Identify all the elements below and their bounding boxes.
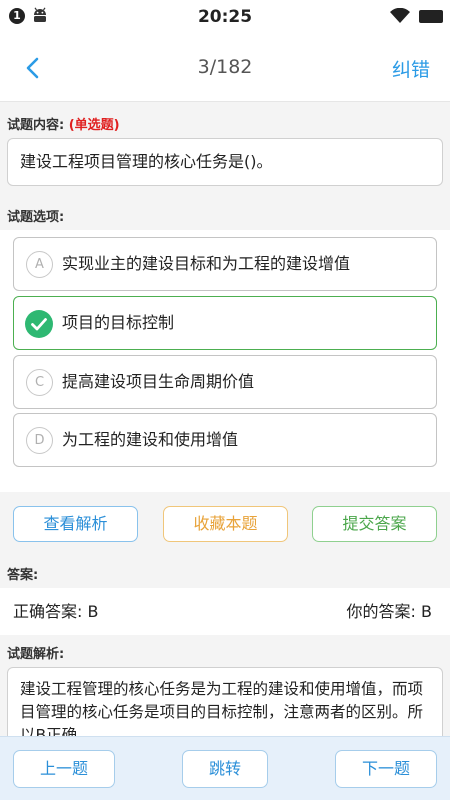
question-type-tag: (单选题) [68,118,120,133]
your-answer: 你的答案: B [346,602,432,621]
correct-answer: 正确答案: B [13,602,99,621]
previous-question-button[interactable]: 上一题 [13,750,115,788]
option-b[interactable]: 项目的目标控制 [13,296,437,350]
option-b-text: 项目的目标控制 [62,313,175,332]
option-c[interactable]: C 提高建设项目生命周期价值 [13,355,437,409]
option-a[interactable]: A 实现业主的建设目标和为工程的建设增值 [13,237,437,291]
option-d[interactable]: D 为工程的建设和使用增值 [13,413,437,467]
battery-icon [419,10,443,23]
question-text: 建设工程项目管理的核心任务是()。 [7,138,443,186]
wifi-icon [390,8,410,23]
check-circle-icon [25,310,53,338]
analysis-section-label: 试题解析: [7,647,65,662]
option-a-letter: A [26,251,53,278]
option-d-letter: D [26,427,53,454]
report-error-button[interactable]: 纠错 [392,55,430,82]
bottom-nav-bar: 上一题 跳转 下一题 [0,736,450,800]
submit-answer-button[interactable]: 提交答案 [312,506,437,542]
jump-button[interactable]: 跳转 [182,750,268,788]
status-time: 20:25 [197,7,253,27]
action-bar: 查看解析 收藏本题 提交答案 [0,492,450,556]
option-a-text: 实现业主的建设目标和为工程的建设增值 [62,254,351,273]
answer-section-label: 答案: [7,568,39,583]
favorite-button[interactable]: 收藏本题 [163,506,288,542]
top-nav-bar: 3/182 纠错 [0,32,450,102]
next-question-button[interactable]: 下一题 [335,750,437,788]
option-d-text: 为工程的建设和使用增值 [62,430,239,449]
option-c-text: 提高建设项目生命周期价值 [62,372,255,391]
question-progress: 3/182 [197,56,253,78]
view-analysis-button[interactable]: 查看解析 [13,506,138,542]
option-c-letter: C [26,369,53,396]
options-list: A 实现业主的建设目标和为工程的建设增值 项目的目标控制 C 提高建设项目生命周… [0,230,450,492]
status-bar: 1 20:25 [0,0,450,32]
question-section-label: 试题内容: (单选题) [7,114,120,133]
options-section-label: 试题选项: [7,210,65,225]
question-label: 试题内容: [7,118,65,133]
answer-row: 正确答案: B 你的答案: B [0,588,450,635]
